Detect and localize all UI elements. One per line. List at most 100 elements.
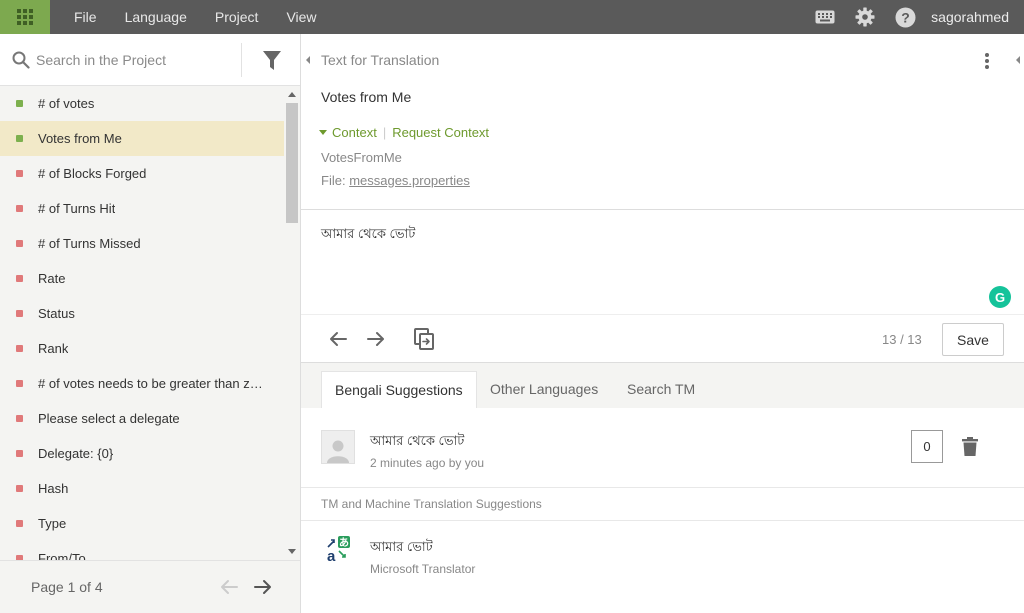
tab-other-languages[interactable]: Other Languages (477, 371, 611, 408)
copy-source-icon[interactable] (413, 327, 437, 351)
search-input[interactable] (36, 48, 236, 72)
tm-suggestion-source: Microsoft Translator (370, 562, 476, 576)
scroll-up-arrow[interactable] (288, 92, 296, 97)
menu-file[interactable]: File (60, 0, 111, 34)
list-item-label: Rank (38, 341, 69, 356)
microsoft-translator-icon: あa (325, 535, 351, 565)
scroll-down-arrow[interactable] (288, 549, 296, 554)
apps-menu-button[interactable] (0, 0, 50, 34)
pager: Page 1 of 4 (0, 560, 300, 613)
svg-text:あ: あ (339, 536, 349, 549)
list-item-label: Type (38, 516, 67, 531)
context-separator: | (382, 125, 387, 140)
list-item-label: From/To (38, 551, 86, 560)
filter-icon[interactable] (256, 48, 288, 74)
list-item[interactable]: Status (0, 296, 284, 331)
avatar (321, 430, 355, 464)
list-item[interactable]: From/To (0, 541, 284, 560)
list-item[interactable]: # of votes needs to be greater than z… (0, 366, 284, 401)
list-item[interactable]: Type (0, 506, 284, 541)
string-counter: 13 / 13 (882, 332, 922, 347)
previous-page-button[interactable] (218, 577, 240, 597)
top-icons: ? sagorahmed (805, 0, 1024, 34)
gear-icon[interactable] (845, 0, 885, 34)
file-line: File: messages.properties (321, 173, 470, 188)
translation-editor[interactable]: আমার থেকে ভোট G (301, 209, 1024, 315)
string-key: VotesFromMe (321, 150, 402, 165)
list-item-label: # of votes needs to be greater than z… (38, 376, 263, 391)
svg-text:a: a (327, 548, 336, 563)
list-item[interactable]: # of Turns Missed (0, 226, 284, 261)
context-row: Context | Request Context (319, 125, 489, 140)
tab-search-tm[interactable]: Search TM (614, 371, 708, 408)
save-button[interactable]: Save (942, 323, 1004, 356)
menu-view[interactable]: View (272, 0, 330, 34)
translation-text[interactable]: আমার থেকে ভোট (321, 225, 415, 246)
list-item-label: # of Blocks Forged (38, 166, 147, 181)
list-item[interactable]: Hash (0, 471, 284, 506)
trash-icon[interactable] (961, 435, 979, 457)
tm-heading: TM and Machine Translation Suggestions (321, 497, 542, 511)
suggestion-tabs: Bengali Suggestions Other Languages Sear… (301, 363, 1024, 408)
list-item[interactable]: Rate (0, 261, 284, 296)
suggestion-item[interactable]: আমার থেকে ভোট 2 minutes ago by you 0 (301, 408, 1024, 488)
keyboard-icon[interactable] (805, 0, 845, 34)
string-list: # of votes Votes from Me # of Blocks Forge… (0, 86, 284, 560)
list-scrollbar[interactable] (284, 86, 300, 560)
collapse-left-button[interactable] (302, 34, 314, 86)
editor-panel: Text for Translation Votes from Me Conte… (301, 34, 1024, 613)
help-icon[interactable]: ? (885, 0, 925, 34)
list-item[interactable]: Delegate: {0} (0, 436, 284, 471)
vote-count[interactable]: 0 (911, 430, 943, 463)
context-toggle[interactable]: Context (332, 125, 377, 140)
approved-status-icon (16, 135, 23, 142)
untranslated-status-icon (16, 240, 23, 247)
search-divider (241, 43, 242, 77)
source-text: Votes from Me (321, 89, 412, 105)
search-bar (0, 34, 300, 86)
request-context-link[interactable]: Request Context (392, 125, 489, 140)
next-page-button[interactable] (252, 577, 274, 597)
untranslated-status-icon (16, 450, 23, 457)
list-item[interactable]: Please select a delegate (0, 401, 284, 436)
tm-suggestion-item[interactable]: あa আমার ভোট Microsoft Translator (301, 521, 1024, 613)
grammarly-icon[interactable]: G (989, 286, 1011, 308)
suggestion-text: আমার থেকে ভোট (370, 433, 465, 448)
more-options-icon[interactable] (981, 50, 993, 72)
caret-down-icon (319, 130, 327, 135)
previous-string-button[interactable] (326, 327, 350, 351)
file-link[interactable]: messages.properties (349, 173, 470, 188)
collapse-right-button[interactable] (1012, 34, 1024, 86)
svg-text:?: ? (901, 9, 910, 25)
list-item-label: Hash (38, 481, 69, 496)
scroll-thumb[interactable] (286, 103, 298, 223)
next-string-button[interactable] (364, 327, 388, 351)
list-item[interactable]: Votes from Me (0, 121, 284, 156)
list-item[interactable]: # of Turns Hit (0, 191, 284, 226)
list-item-label: Votes from Me (38, 131, 122, 146)
list-item-label: # of Turns Missed (38, 236, 141, 251)
untranslated-status-icon (16, 485, 23, 492)
list-item[interactable]: # of votes (0, 86, 284, 121)
untranslated-status-icon (16, 275, 23, 282)
approved-status-icon (16, 100, 23, 107)
untranslated-status-icon (16, 205, 23, 212)
apps-grid-icon (17, 9, 33, 25)
list-item[interactable]: Rank (0, 331, 284, 366)
untranslated-status-icon (16, 345, 23, 352)
menu-language[interactable]: Language (111, 0, 201, 34)
user-name[interactable]: sagorahmed (925, 0, 1024, 34)
list-item-label: Delegate: {0} (38, 446, 114, 461)
list-item-label: # of votes (38, 96, 95, 111)
list-item-label: # of Turns Hit (38, 201, 116, 216)
list-item-label: Please select a delegate (38, 411, 180, 426)
untranslated-status-icon (16, 415, 23, 422)
untranslated-status-icon (16, 170, 23, 177)
tab-bengali-suggestions[interactable]: Bengali Suggestions (321, 371, 477, 408)
list-item[interactable]: # of Blocks Forged (0, 156, 284, 191)
menu-project[interactable]: Project (201, 0, 273, 34)
search-icon (12, 51, 30, 72)
top-bar: File Language Project View ? sagorahmed (0, 0, 1024, 34)
suggestion-meta: 2 minutes ago by you (370, 456, 485, 470)
list-item-label: Rate (38, 271, 66, 286)
